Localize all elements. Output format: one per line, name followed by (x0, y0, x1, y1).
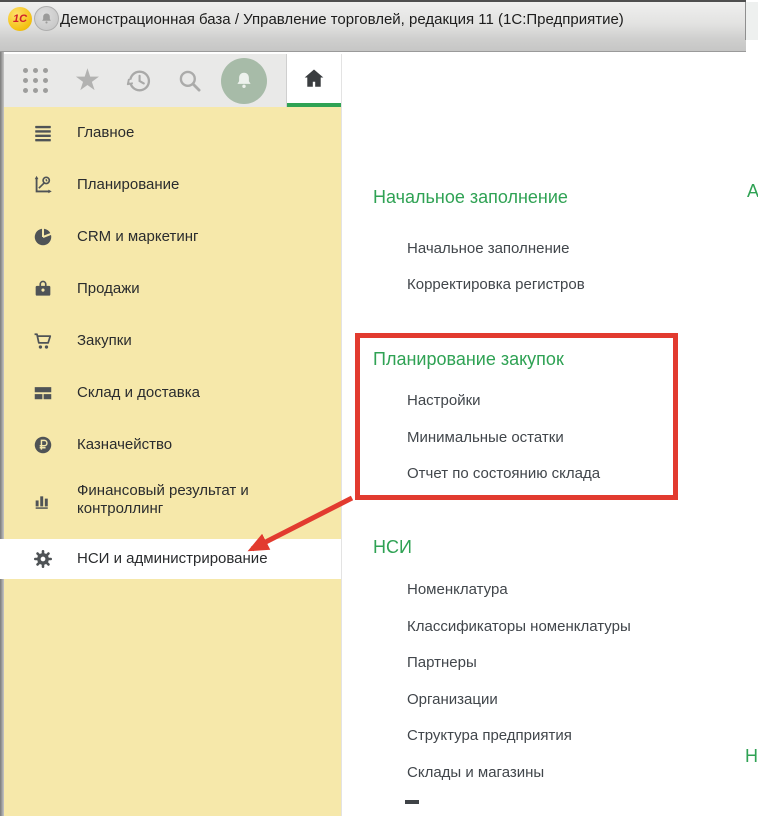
section-heading-partial-bottom: Н (745, 746, 758, 767)
sidebar-item-crm[interactable]: CRM и маркетинг (4, 211, 341, 263)
tools-panel: ★ (4, 54, 287, 107)
sidebar-item-sklad[interactable]: Склад и доставка (4, 367, 341, 419)
search-icon[interactable] (177, 68, 203, 94)
sidebar-item-glavnoe[interactable]: Главное (4, 107, 341, 159)
link-nachalnoe-zapolnenie[interactable]: Начальное заполнение (407, 239, 569, 259)
title-bar: 1С Демонстрационная база / Управление то… (0, 0, 746, 52)
link-nastroyki[interactable]: Настройки (407, 391, 481, 411)
1c-logo-icon: 1С (8, 7, 32, 31)
sidebar-item-label: Финансовый результат и контроллинг (77, 482, 312, 518)
sidebar-item-zakupki[interactable]: Закупки (4, 315, 341, 367)
section-heading-nsi: НСИ (373, 537, 412, 558)
sidebar-item-planirovanie[interactable]: Планирование (4, 159, 341, 211)
sidebar-item-kaznacheystvo[interactable]: Казначейство (4, 419, 341, 471)
favorites-star-icon[interactable]: ★ (74, 66, 101, 96)
sidebar-item-nsi-administrirovanie[interactable]: НСИ и администрирование (0, 539, 341, 579)
ruble-coin-icon (32, 433, 58, 457)
link-nomenklatura[interactable]: Номенклатура (407, 580, 508, 600)
all-sections-menu-icon[interactable] (20, 66, 50, 96)
pallet-grid-icon (32, 381, 58, 405)
window-title: Демонстрационная база / Управление торго… (60, 11, 624, 28)
link-partnery[interactable]: Партнеры (407, 653, 477, 673)
link-struktura-predpriyatiya[interactable]: Структура предприятия (407, 726, 572, 746)
link-organizatsii[interactable]: Организации (407, 690, 498, 710)
history-clock-icon[interactable] (125, 67, 153, 95)
link-sklady-i-magaziny[interactable]: Склады и магазины (407, 763, 544, 783)
sidebar-item-label: Планирование (77, 176, 179, 194)
sidebar-item-label: CRM и маркетинг (77, 228, 198, 246)
section-heading-partial-top: А (747, 181, 758, 202)
shopping-cart-icon (32, 329, 58, 353)
link-klassifikatory-nomenklatury[interactable]: Классификаторы номенклатуры (407, 617, 631, 637)
sidebar-item-prodazhi[interactable]: Продажи (4, 263, 341, 315)
link-minimalnye-ostatki[interactable]: Минимальные остатки (407, 428, 564, 448)
sidebar-item-label: Казначейство (77, 436, 172, 454)
section-heading-nachalnoe-zapolnenie: Начальное заполнение (373, 187, 568, 208)
link-otchet-po-sostoyaniyu-sklada[interactable]: Отчет по состоянию склада (407, 464, 600, 484)
sidebar-item-label: Продажи (77, 280, 140, 298)
home-icon (301, 66, 327, 92)
sidebar-item-label: НСИ и администрирование (77, 550, 268, 568)
sidebar-item-finrezultat[interactable]: Финансовый результат и контроллинг (4, 471, 341, 529)
truncated-link-sliver (405, 800, 419, 804)
notifications-bell-icon[interactable] (221, 58, 267, 104)
app-window: 1С Демонстрационная база / Управление то… (0, 0, 758, 816)
sidebar-item-label: Склад и доставка (77, 384, 200, 402)
sidebar-item-label: Главное (77, 124, 134, 142)
pie-chart-icon (32, 225, 58, 249)
sidebar-item-label: Закупки (77, 332, 132, 350)
link-korrektirovka-registrov[interactable]: Корректировка регистров (407, 275, 585, 295)
gear-icon (32, 547, 58, 571)
bar-chart-icon (32, 488, 58, 512)
menu-lines-icon (32, 121, 58, 145)
app-badge-icon (34, 6, 59, 31)
briefcase-icon (32, 277, 58, 301)
sections-sidebar: Главное Планирование (4, 107, 341, 816)
section-heading-planirovanie-zakupok: Планирование закупок (373, 349, 564, 370)
window-control-partial (745, 2, 758, 40)
planning-chart-icon (32, 173, 58, 197)
tab-home[interactable] (287, 54, 341, 107)
